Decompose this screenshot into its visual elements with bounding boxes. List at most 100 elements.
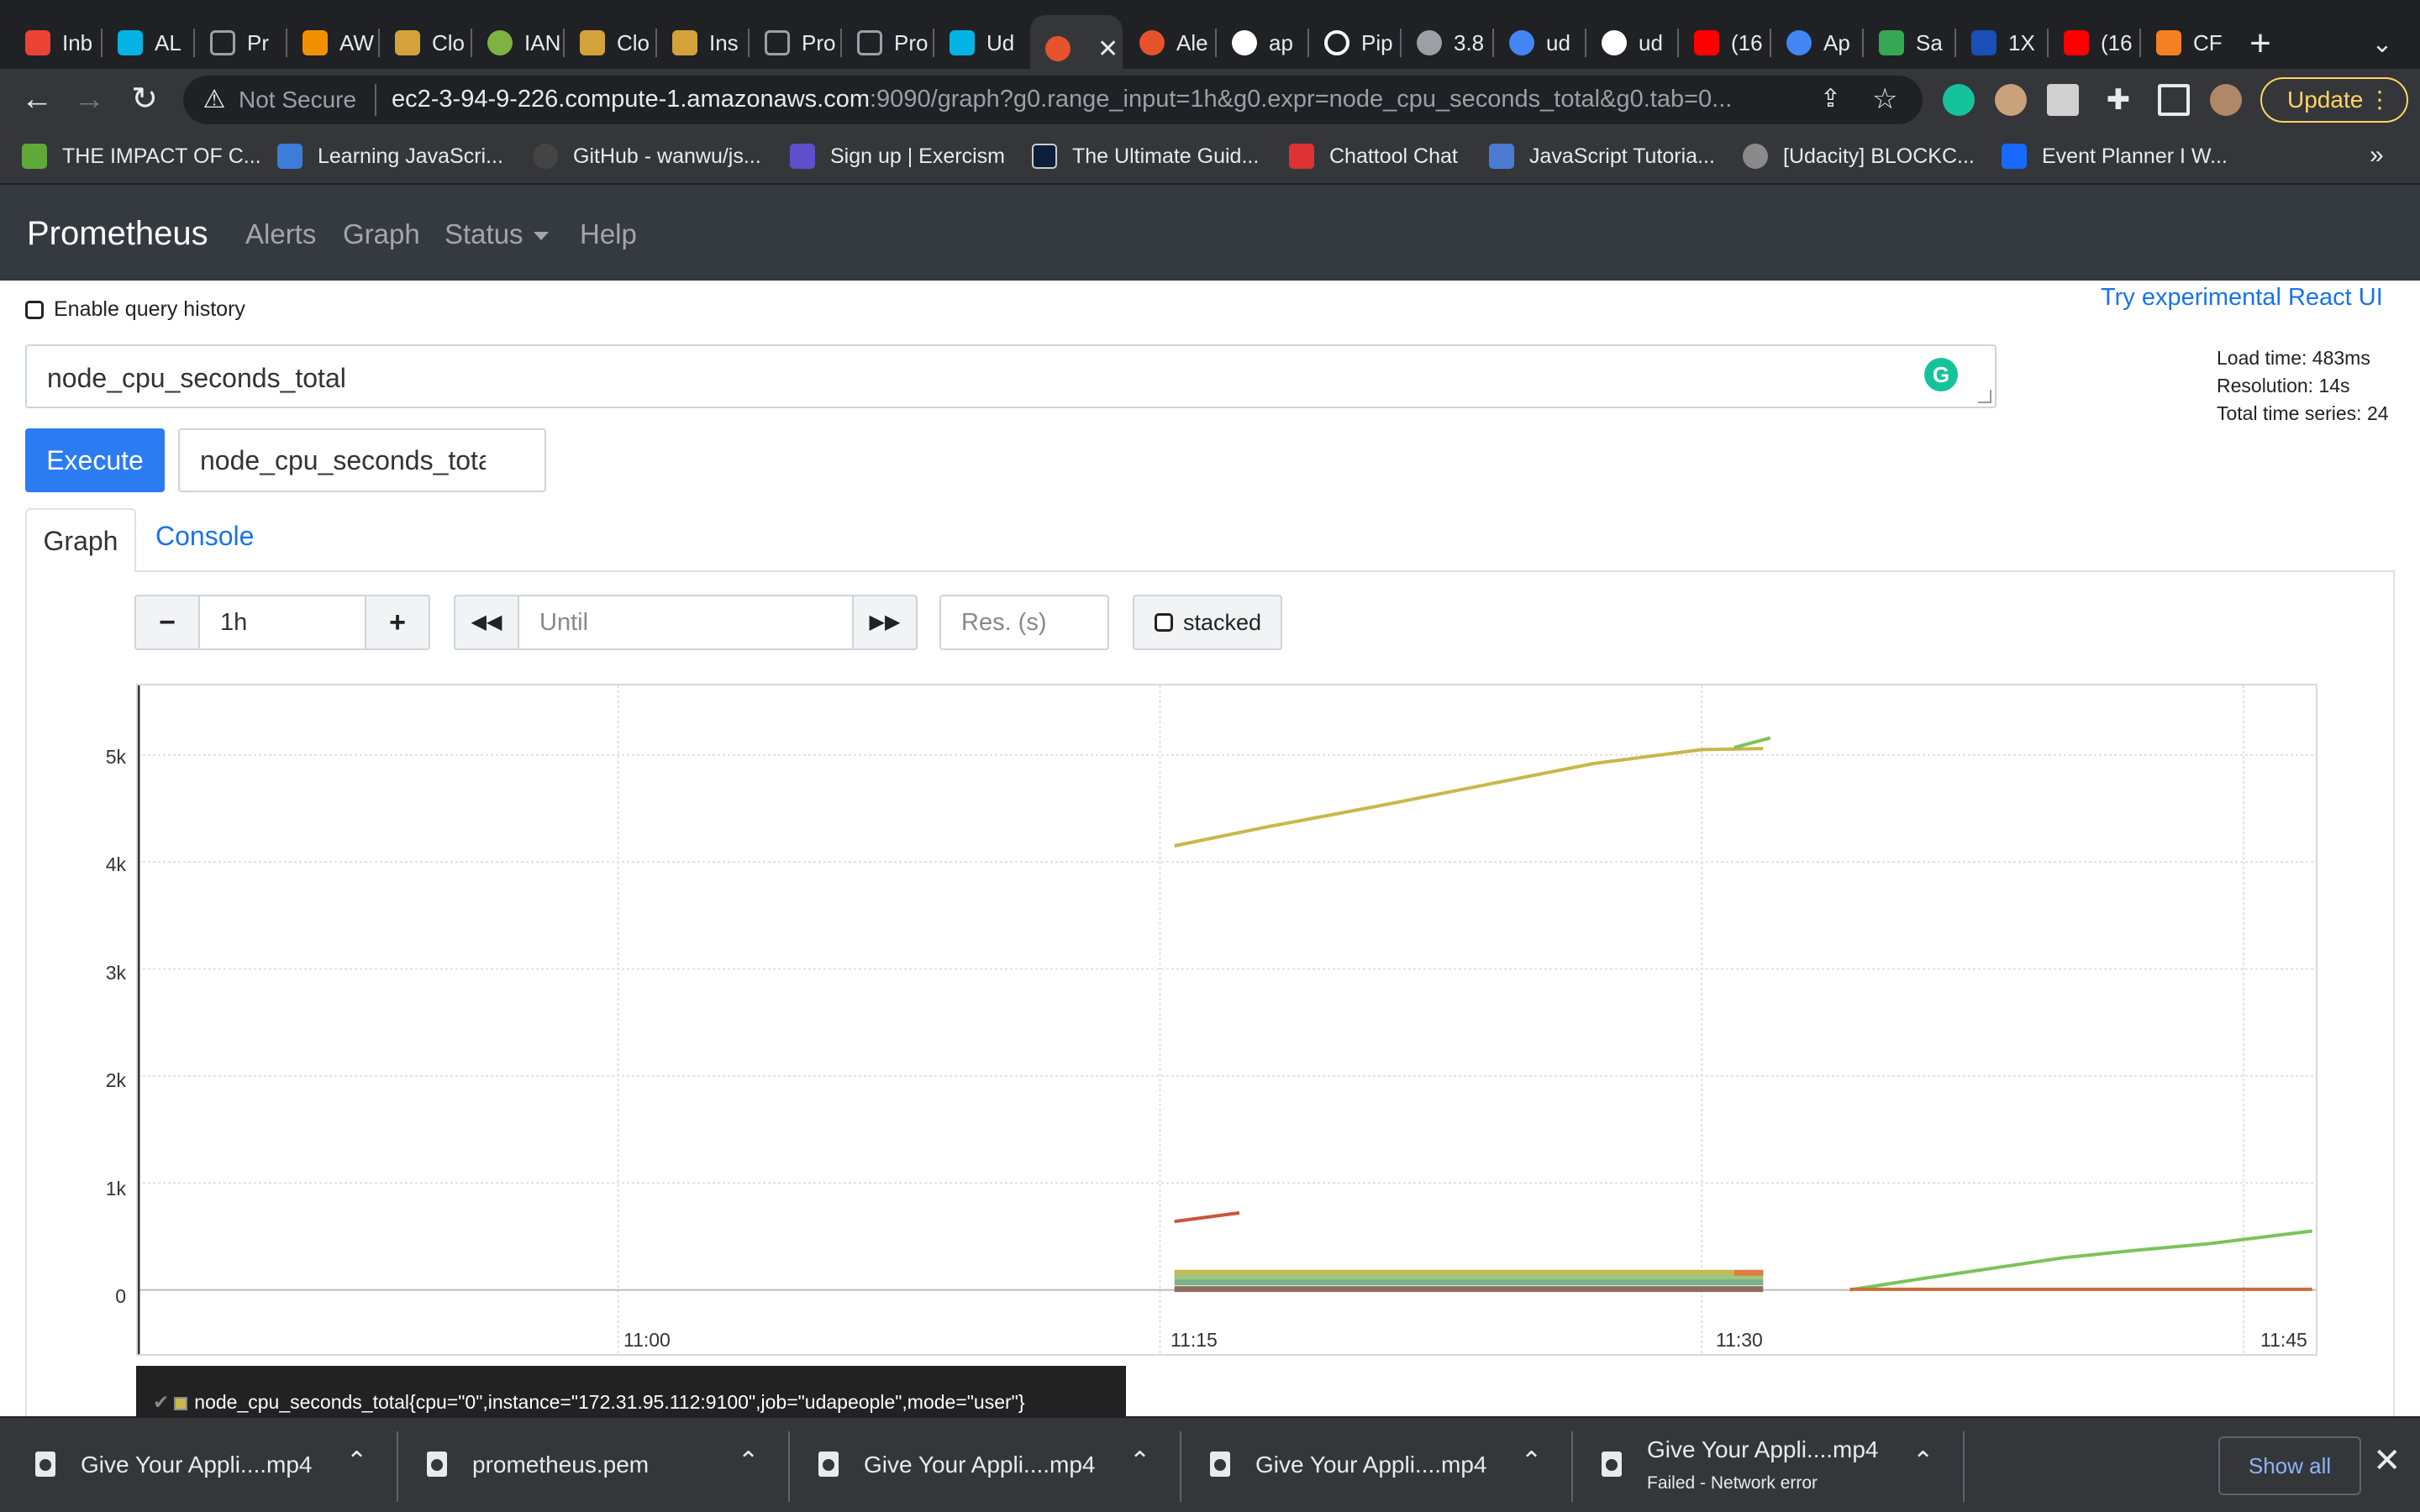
update-button[interactable]: Update ⋮ [2260,77,2408,123]
browser-tab[interactable]: ap [1217,17,1304,69]
share-icon[interactable]: ⇪ [1820,84,1841,113]
close-tab-icon[interactable]: ✕ [1097,34,1118,64]
browser-tab[interactable]: ud [1494,17,1581,69]
back-arrow-icon[interactable]: ← [13,76,60,123]
browser-tab[interactable]: Pr [195,17,282,69]
profile-avatar[interactable] [2210,84,2242,116]
browser-tab[interactable]: Pro [842,17,929,69]
browser-tab[interactable]: 3.8 [1402,17,1489,69]
browser-tab[interactable]: (16 [2049,17,2136,69]
show-all-downloads-button[interactable]: Show all [2218,1436,2361,1495]
time-back-button[interactable]: ◀◀ [454,595,519,650]
bookmark-item[interactable]: [Udacity] BLOCKC... [1743,141,1975,171]
browser-tab[interactable]: Ap [1771,17,1859,69]
range-increase-button[interactable]: + [365,595,430,650]
warning-triangle-icon[interactable]: ⚠ [200,86,229,114]
download-item[interactable]: Give Your Appli....mp4 ⌃ [783,1418,1176,1512]
time-forward-button[interactable]: ▶▶ [852,595,918,650]
download-item[interactable]: Give Your Appli....mp4 ⌃ [0,1418,393,1512]
chevron-up-icon[interactable]: ⌃ [738,1446,759,1476]
graph-canvas[interactable] [138,685,2316,1354]
execute-button[interactable]: Execute [25,428,165,492]
series-line[interactable] [1174,1210,1240,1224]
browser-tab[interactable]: Ale [1124,17,1212,69]
extensions-puzzle-icon[interactable]: ✚ [2102,84,2134,116]
query-history-toggle[interactable]: Enable query history [25,297,245,322]
metric-select[interactable]: node_cpu_seconds_total ▴▾ [178,428,546,492]
resolution-input[interactable]: Res. (s) [939,595,1109,650]
nav-alerts[interactable]: Alerts [245,218,316,250]
download-item[interactable]: prometheus.pem ⌃ [392,1418,785,1512]
browser-tab[interactable]: AL [103,17,190,69]
extension-avatar-icon[interactable] [1995,84,2027,116]
browser-tab[interactable]: CF [2141,17,2225,69]
download-filename: Give Your Appli....mp4 [864,1452,1096,1478]
bookmark-item[interactable]: The Ultimate Guid... [1032,141,1259,171]
close-downloads-icon[interactable]: ✕ [2373,1441,2402,1480]
chevron-up-icon[interactable]: ⌃ [1129,1446,1150,1476]
bookmark-item[interactable]: Chattool Chat [1289,141,1458,171]
browser-tab[interactable]: Pro [750,17,837,69]
browser-tab[interactable]: Pip [1309,17,1397,69]
legend-check-icon[interactable]: ✔ [153,1391,169,1413]
browser-tab[interactable]: Clo [380,17,467,69]
bookmark-item[interactable]: JavaScript Tutoria... [1489,141,1715,171]
bookmark-item[interactable]: THE IMPACT OF C... [22,141,261,171]
tab-console[interactable]: Console [155,521,254,552]
series-line[interactable] [1733,736,1771,749]
bookmark-star-icon[interactable]: ☆ [1872,82,1897,116]
bookmarks-bar: THE IMPACT OF C... Learning JavaScri... … [0,129,2420,185]
extension-document-icon[interactable] [2047,84,2079,116]
legend-swatch[interactable] [174,1396,188,1410]
browser-tab[interactable]: (16 [1679,17,1766,69]
forward-arrow-icon[interactable]: → [66,76,113,123]
reload-icon[interactable]: ↻ [121,76,168,123]
chevron-up-icon[interactable]: ⌃ [1912,1446,1933,1476]
terminal-icon [765,30,790,55]
nav-graph[interactable]: Graph [343,218,420,250]
browser-tab[interactable]: Inb [10,17,92,69]
expression-input[interactable]: node_cpu_seconds_total G [25,344,1996,408]
browser-tab[interactable]: 1X [1956,17,2044,69]
browser-tab[interactable]: AW [287,17,375,69]
range-decrease-button[interactable]: − [134,595,200,650]
more-bookmarks-button[interactable]: » [2370,141,2384,170]
brand-link[interactable]: Prometheus [27,215,208,253]
browser-tab[interactable]: IAN [472,17,560,69]
range-input[interactable]: 1h [198,595,366,650]
nav-help[interactable]: Help [580,218,637,250]
resize-handle[interactable] [1978,390,1991,403]
legend-series-label[interactable]: node_cpu_seconds_total{cpu="0",instance=… [194,1391,1024,1413]
udacity-icon [118,30,143,55]
react-ui-link[interactable]: Try experimental React UI [2101,284,2383,312]
bookmark-item[interactable]: Event Planner I W... [2002,141,2228,171]
nav-status-dropdown[interactable]: Status [445,218,549,250]
browser-tab[interactable]: Ins [657,17,744,69]
bookmark-item[interactable]: Learning JavaScri... [277,141,503,171]
until-input[interactable]: Until [518,595,854,650]
browser-tab[interactable]: Ud [934,17,1028,69]
download-item-failed[interactable]: Give Your Appli....mp4 Failed - Network … [1566,1418,1960,1512]
browser-tab[interactable]: Sa [1864,17,1951,69]
file-icon [35,1452,55,1477]
url-text[interactable]: ec2-3-94-9-226.compute-1.amazonaws.com:9… [392,86,1732,113]
chevron-up-icon[interactable]: ⌃ [346,1446,367,1476]
checkbox[interactable] [25,300,44,319]
tab-graph[interactable]: Graph [25,508,136,572]
new-tab-button[interactable]: + [2237,20,2284,67]
stacked-toggle-button[interactable]: stacked [1133,595,1282,650]
browser-tab[interactable]: Clo [565,17,652,69]
grammarly-extension-icon[interactable] [1943,84,1975,116]
tab-search-chevron-icon[interactable]: ⌄ [2361,24,2403,66]
address-bar[interactable]: ⚠ Not Secure ec2-3-94-9-226.compute-1.am… [183,76,1923,124]
download-item[interactable]: Give Your Appli....mp4 ⌃ [1175,1418,1568,1512]
series-line[interactable] [1174,747,1764,848]
side-panel-icon[interactable] [2158,84,2190,116]
graph-plot[interactable] [136,684,2317,1356]
chevron-up-icon[interactable]: ⌃ [1521,1446,1542,1476]
browser-tab[interactable]: ud [1586,17,1674,69]
grammarly-icon[interactable]: G [1924,358,1958,391]
security-status[interactable]: Not Secure [239,87,356,113]
bookmark-item[interactable]: GitHub - wanwu/js... [533,141,761,171]
bookmark-item[interactable]: Sign up | Exercism [790,141,1005,171]
